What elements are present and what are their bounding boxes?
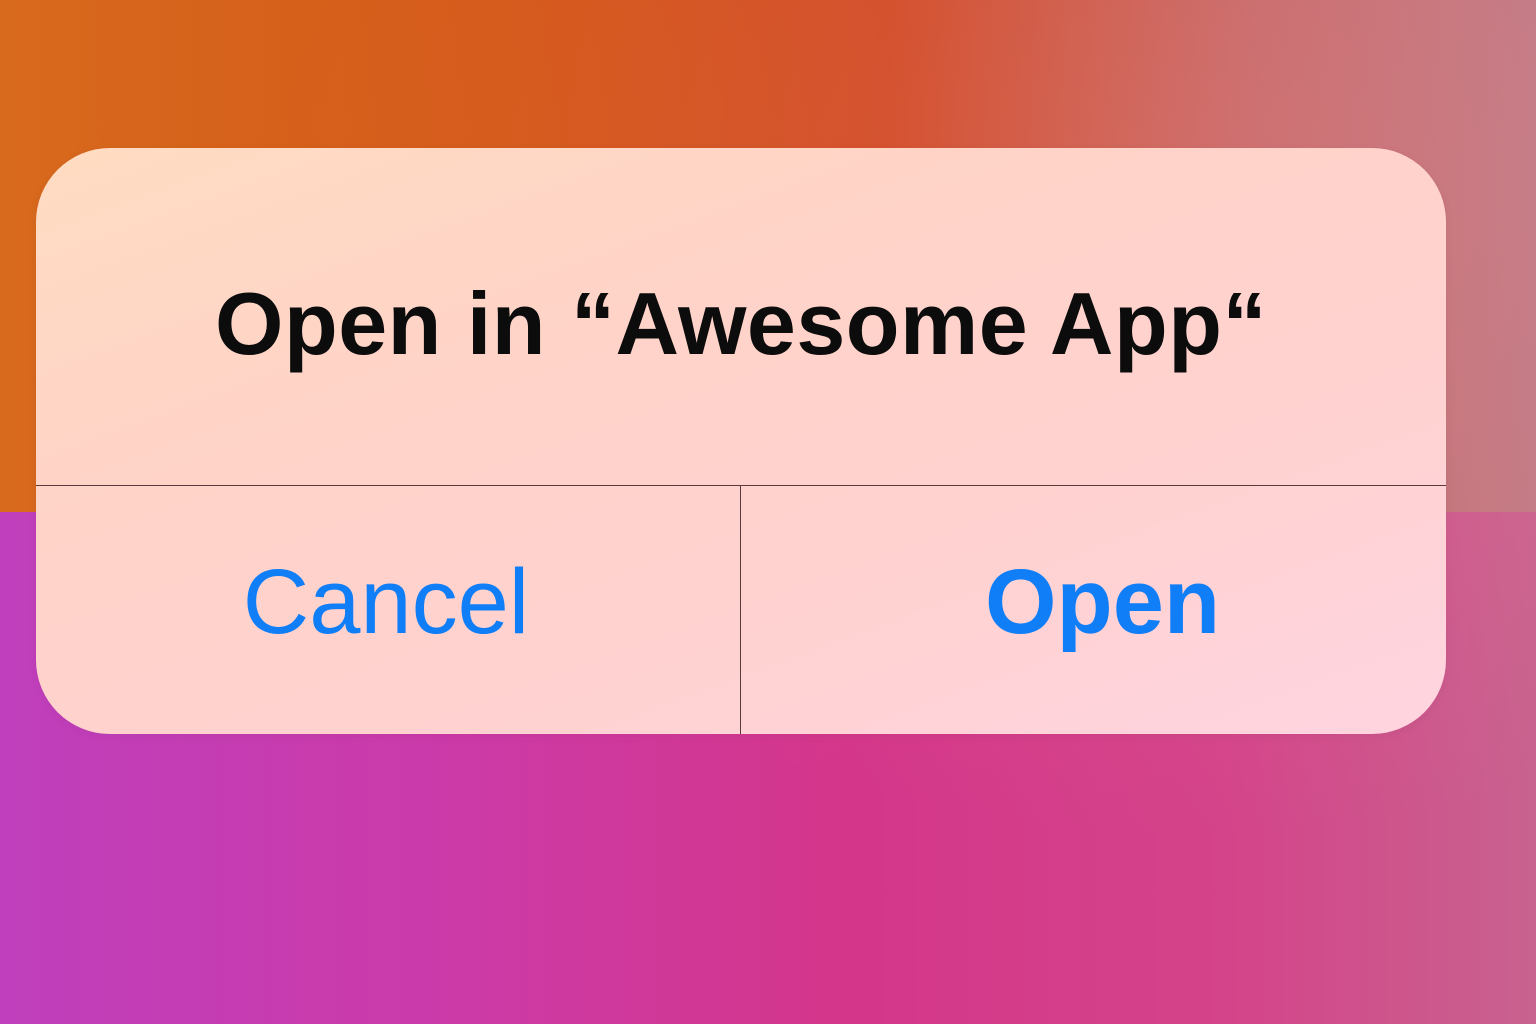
alert-dialog: Open in “Awesome App“ Cancel Open bbox=[36, 148, 1446, 734]
alert-header: Open in “Awesome App“ bbox=[36, 148, 1446, 485]
cancel-button-label: Cancel bbox=[242, 550, 530, 653]
open-button[interactable]: Open bbox=[741, 486, 1446, 734]
alert-title: Open in “Awesome App“ bbox=[215, 273, 1267, 373]
open-button-label: Open bbox=[984, 550, 1221, 653]
cancel-button[interactable]: Cancel bbox=[36, 486, 740, 734]
